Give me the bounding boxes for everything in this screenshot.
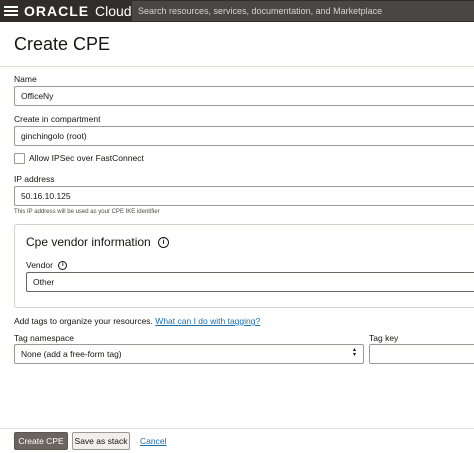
vendor-section-title-text: Cpe vendor information bbox=[26, 235, 151, 249]
ipsec-fastconnect-label: Allow IPSec over FastConnect bbox=[29, 153, 144, 163]
select-arrows-icon: ▴ ▾ bbox=[353, 347, 357, 358]
tags-intro-text: Add tags to organize your resources. bbox=[14, 316, 153, 326]
global-search-input[interactable]: Search resources, services, documentatio… bbox=[132, 1, 474, 21]
tag-namespace-select[interactable]: None (add a free-form tag) ▴ ▾ bbox=[14, 344, 364, 364]
name-label: Name bbox=[14, 74, 37, 84]
tag-namespace-value: None (add a free-form tag) bbox=[21, 349, 122, 359]
vendor-value: Other bbox=[33, 277, 55, 287]
vendor-info-icon[interactable]: i bbox=[58, 261, 68, 271]
info-icon[interactable]: i bbox=[158, 237, 170, 249]
compartment-value: ginchingolo (root) bbox=[21, 131, 87, 141]
search-placeholder: Search resources, services, documentatio… bbox=[138, 6, 383, 16]
cancel-link[interactable]: Cancel bbox=[140, 436, 166, 446]
tagging-help-link[interactable]: What can I do with tagging? bbox=[155, 316, 260, 326]
page-title: Create CPE bbox=[14, 34, 111, 54]
vendor-section-title: Cpe vendor information i bbox=[26, 235, 170, 249]
compartment-select[interactable]: ginchingolo (root) bbox=[14, 126, 474, 146]
hamburger-menu-icon[interactable] bbox=[4, 4, 18, 18]
create-cpe-button[interactable]: Create CPE bbox=[14, 432, 68, 450]
title-divider bbox=[0, 66, 474, 67]
tag-key-input[interactable] bbox=[369, 344, 474, 364]
tag-namespace-label: Tag namespace bbox=[14, 333, 75, 343]
logo-cloud-text: Cloud bbox=[95, 3, 132, 19]
ip-address-input[interactable]: 50.16.10.125 bbox=[14, 186, 474, 206]
ip-address-value: 50.16.10.125 bbox=[21, 191, 71, 201]
save-as-stack-button[interactable]: Save as stack bbox=[72, 432, 130, 450]
tag-key-label: Tag key bbox=[369, 333, 399, 343]
cpe-vendor-section: Cpe vendor information i Vendor i Other bbox=[14, 224, 474, 308]
name-input-value: OfficeNy bbox=[21, 91, 54, 101]
oracle-cloud-logo[interactable]: ORACLE Cloud bbox=[24, 3, 132, 19]
form-footer: Create CPE Save as stack Cancel bbox=[0, 428, 474, 453]
name-input[interactable]: OfficeNy bbox=[14, 86, 474, 106]
ipsec-fastconnect-checkbox[interactable] bbox=[14, 153, 25, 164]
vendor-label: Vendor bbox=[26, 260, 53, 270]
logo-oracle-text: ORACLE bbox=[24, 3, 90, 19]
top-navigation-bar: ORACLE Cloud Search resources, services,… bbox=[0, 0, 474, 22]
create-cpe-panel: Create CPE Name OfficeNy Create in compa… bbox=[0, 22, 474, 453]
tags-intro-row: Add tags to organize your resources. Wha… bbox=[14, 316, 260, 326]
vendor-label-row: Vendor i bbox=[26, 260, 68, 271]
vendor-select[interactable]: Other bbox=[26, 272, 474, 292]
ip-address-hint: This IP address will be used as your CPE… bbox=[14, 209, 160, 215]
ip-address-label: IP address bbox=[14, 174, 55, 184]
compartment-label: Create in compartment bbox=[14, 114, 101, 124]
